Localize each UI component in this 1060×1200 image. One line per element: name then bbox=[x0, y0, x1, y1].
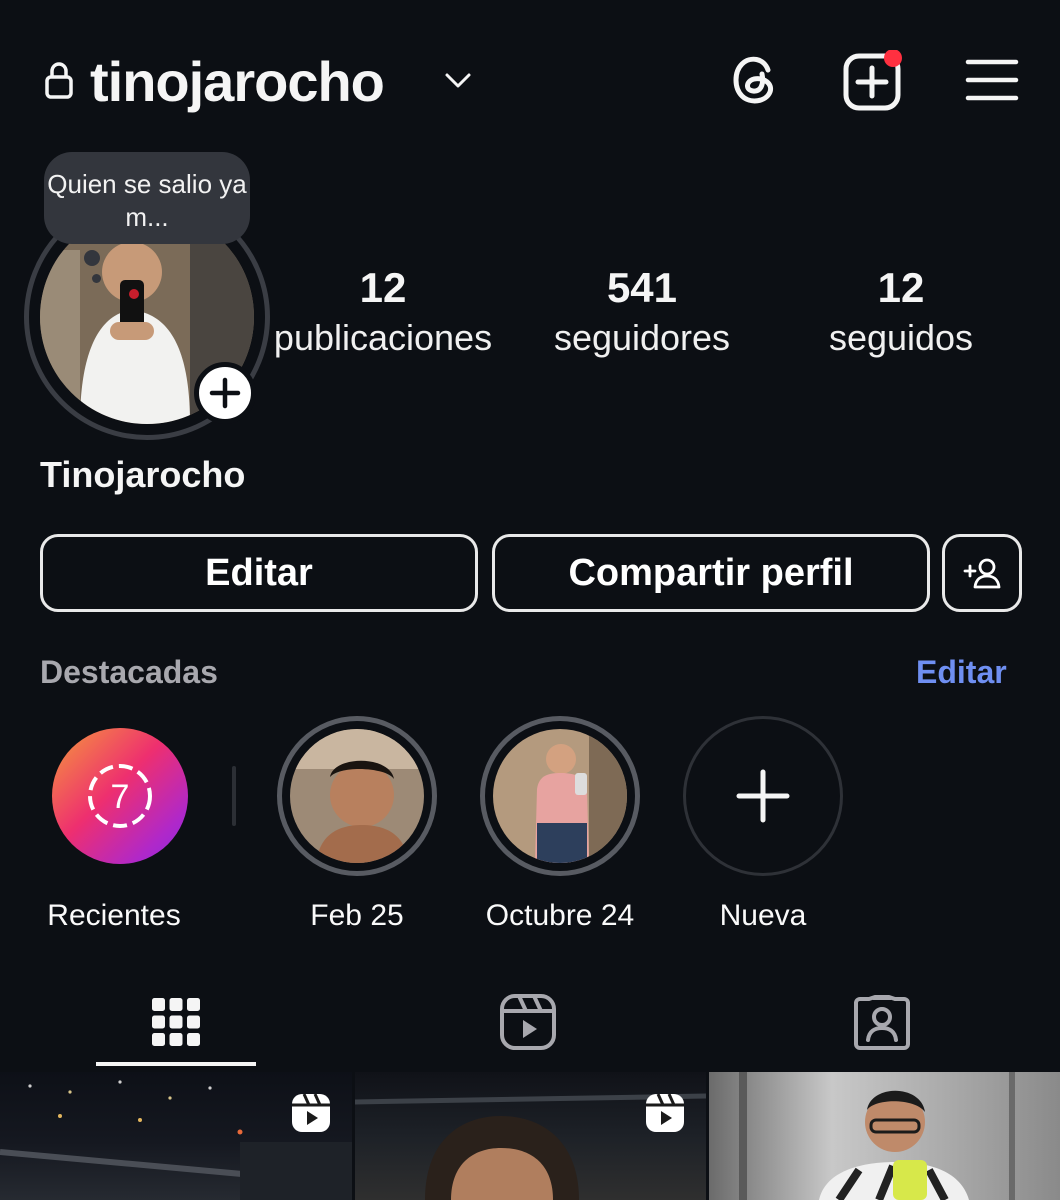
post-thumbnail[interactable] bbox=[355, 1072, 706, 1200]
stat-posts-label: publicaciones bbox=[273, 317, 493, 358]
active-tab-indicator bbox=[96, 1062, 256, 1066]
plus-icon bbox=[736, 769, 790, 823]
post-thumbnail[interactable] bbox=[709, 1072, 1060, 1200]
new-post-button[interactable] bbox=[842, 49, 908, 112]
stat-followers-label: seguidores bbox=[553, 317, 731, 358]
add-story-button[interactable] bbox=[194, 362, 256, 424]
post-thumbnail[interactable] bbox=[0, 1072, 352, 1200]
note-bubble-tail-small bbox=[92, 274, 101, 283]
share-profile-button[interactable]: Compartir perfil bbox=[492, 534, 930, 612]
stat-posts-value: 12 bbox=[359, 264, 407, 311]
new-post-icon bbox=[843, 49, 902, 111]
edit-profile-button[interactable]: Editar bbox=[40, 534, 478, 612]
tab-posts[interactable] bbox=[96, 980, 256, 1064]
highlight-cover bbox=[290, 729, 424, 863]
grid-icon bbox=[152, 998, 200, 1046]
highlight-recientes[interactable]: 7 Recientes bbox=[14, 716, 214, 936]
highlight-cover bbox=[493, 729, 627, 863]
highlights-edit-link[interactable]: Editar bbox=[916, 652, 1007, 692]
story-archive-icon: 7 bbox=[88, 764, 152, 828]
reels-icon bbox=[500, 994, 556, 1050]
display-name: Tinojarocho bbox=[40, 454, 246, 495]
highlight-label: Nueva bbox=[719, 899, 807, 932]
stat-followers-value: 541 bbox=[606, 264, 678, 311]
highlight-label: Feb 25 bbox=[310, 899, 404, 932]
lock-icon bbox=[45, 62, 73, 99]
tab-reels[interactable] bbox=[448, 980, 608, 1064]
plus-icon bbox=[209, 377, 241, 409]
stat-following[interactable]: 12 seguidos bbox=[776, 262, 1026, 362]
note-bubble-tail bbox=[84, 250, 100, 266]
chevron-down-icon[interactable] bbox=[442, 66, 474, 94]
highlight-label: Octubre 24 bbox=[485, 899, 635, 932]
highlight-octubre-24[interactable]: Octubre 24 bbox=[460, 716, 660, 936]
note-text: Quien se salio ya m... bbox=[47, 169, 247, 232]
story-archive-count: 7 bbox=[111, 778, 130, 816]
stat-followers[interactable]: 541 seguidores bbox=[517, 262, 767, 362]
reel-badge-icon bbox=[646, 1093, 684, 1132]
add-user-icon bbox=[963, 558, 1001, 589]
threads-icon[interactable] bbox=[724, 48, 784, 110]
highlight-new[interactable]: Nueva bbox=[663, 716, 863, 936]
tagged-icon bbox=[854, 995, 910, 1050]
stat-posts[interactable]: 12 publicaciones bbox=[258, 262, 508, 362]
stat-following-value: 12 bbox=[877, 264, 925, 311]
tab-tagged[interactable] bbox=[802, 980, 962, 1064]
reel-badge-icon bbox=[292, 1093, 330, 1132]
highlight-feb-25[interactable]: Feb 25 bbox=[257, 716, 457, 936]
username-switcher[interactable]: tinojarocho bbox=[90, 44, 385, 120]
highlight-label: Recientes bbox=[47, 899, 181, 932]
discover-people-button[interactable] bbox=[942, 534, 1022, 612]
highlights-title: Destacadas bbox=[40, 654, 218, 690]
highlights-divider bbox=[232, 766, 236, 826]
stat-following-label: seguidos bbox=[828, 317, 974, 358]
menu-icon[interactable] bbox=[964, 56, 1020, 104]
